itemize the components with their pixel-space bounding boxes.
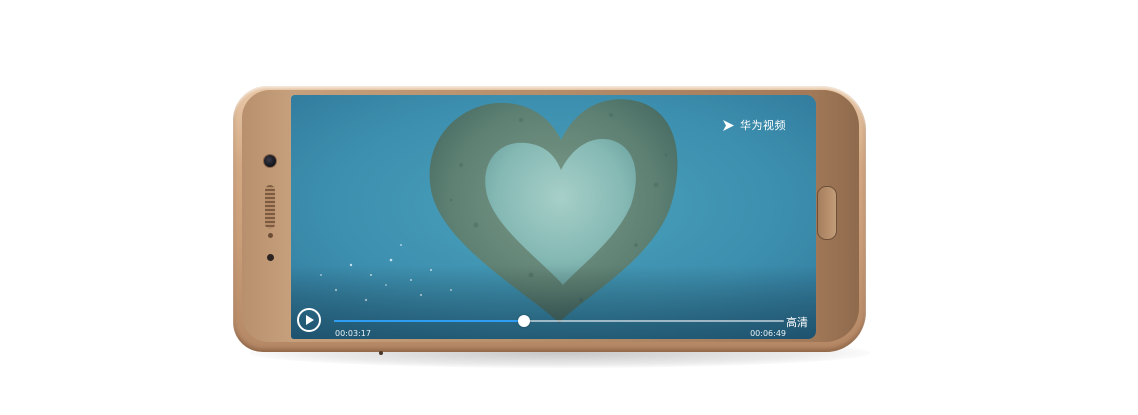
play-button[interactable] [297,308,321,332]
fingerprint-home-button[interactable] [817,186,837,240]
seek-bar[interactable] [334,315,784,327]
product-showcase: 华为视频 00:03:17 00:06:49 高清 [0,0,1138,415]
phone-front-panel: 华为视频 00:03:17 00:06:49 高清 [242,90,859,342]
play-icon [306,315,314,325]
huawei-video-logo-icon [723,119,734,131]
earpiece-speaker [265,185,275,229]
brand-watermark: 华为视频 [722,117,786,133]
video-screen[interactable]: 华为视频 00:03:17 00:06:49 高清 [291,95,816,339]
quality-selector[interactable]: 高清 [786,314,808,330]
total-duration: 00:06:49 [750,329,786,338]
current-time: 00:03:17 [335,329,371,338]
phone-device: 华为视频 00:03:17 00:06:49 高清 [233,86,866,355]
light-sensor [267,254,274,261]
proximity-sensor [268,233,273,238]
seek-bar-played [334,320,525,322]
brand-name: 华为视频 [740,119,786,132]
front-camera [264,155,276,167]
bottom-microphone [379,351,383,355]
